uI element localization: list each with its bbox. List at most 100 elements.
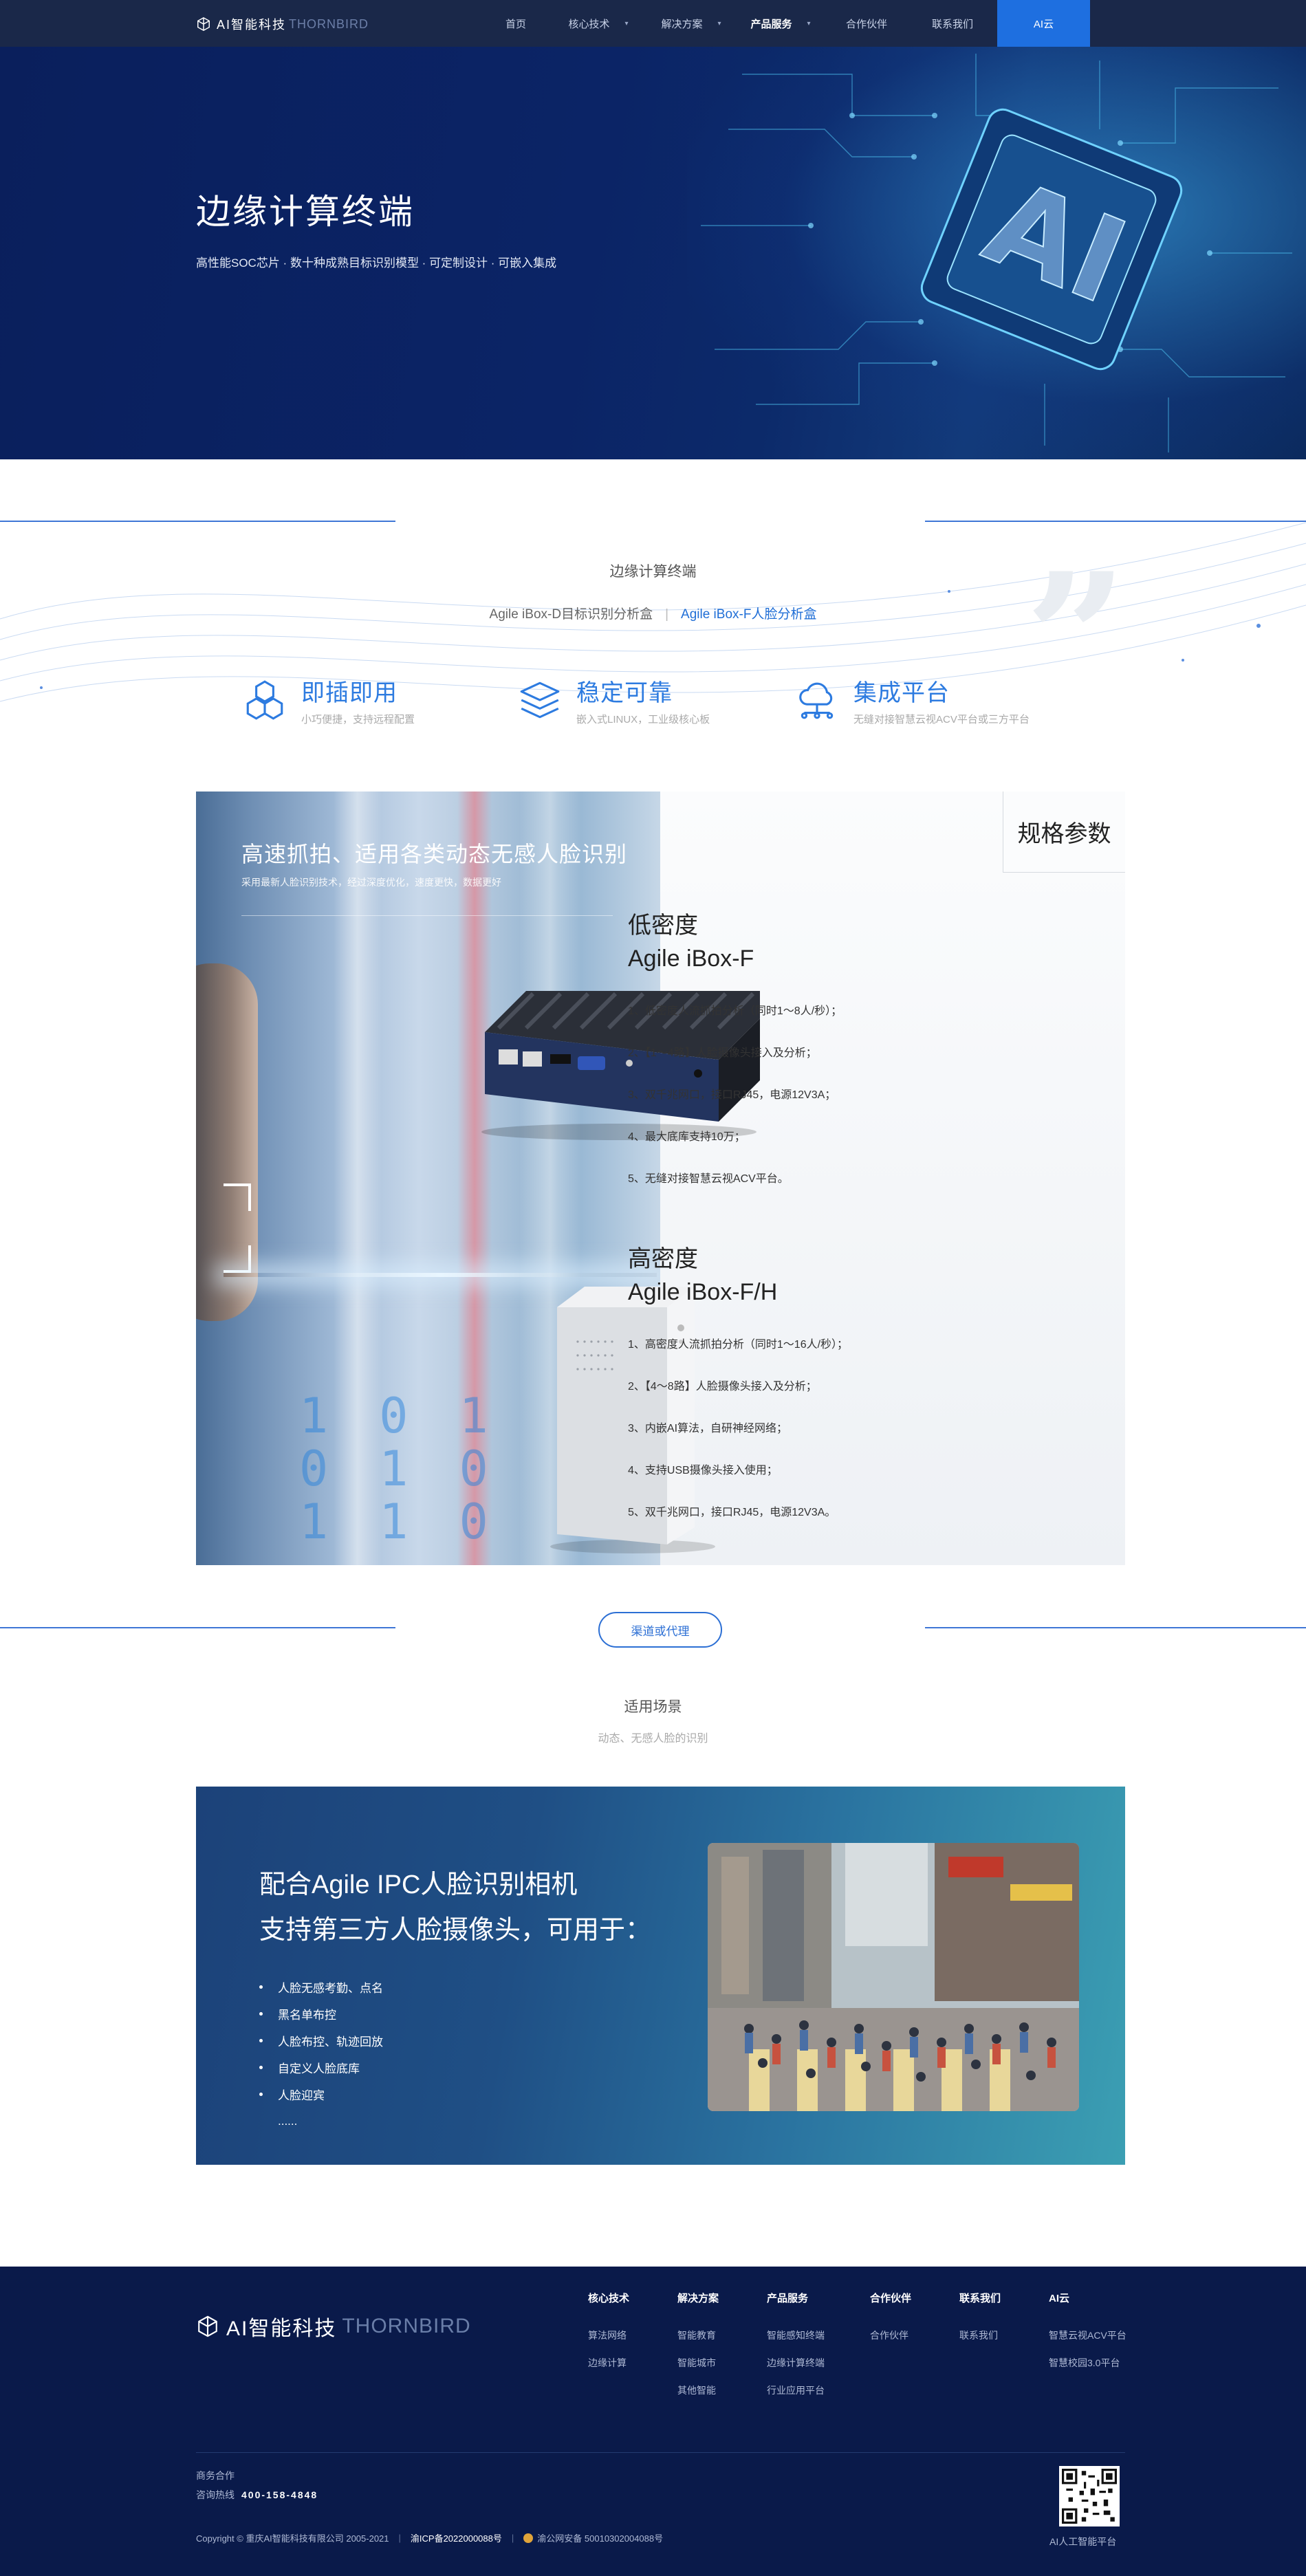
tab-separator: | [665, 607, 669, 622]
footer-col-head[interactable]: 解决方案 [677, 2291, 719, 2305]
section-divider-right [925, 1627, 1306, 1628]
street-crowd-photo [708, 1843, 1079, 2111]
cubes-icon [246, 680, 283, 720]
footer-link[interactable]: 智能感知终端 [767, 2328, 825, 2356]
copyright-text: Copyright © 重庆AI智能科技有限公司 2005-2021 [196, 2533, 389, 2544]
footer-link[interactable]: 边缘计算终端 [767, 2356, 825, 2383]
cube-logo-icon [198, 2315, 217, 2337]
footer-col-products: 产品服务 智能感知终端 边缘计算终端 行业应用平台 [767, 2291, 825, 2411]
scenario-heading-line1: 配合Agile IPC人脸识别相机 [259, 1870, 578, 1899]
feature-title: 稳定可靠 [576, 680, 673, 706]
list-item: 自定义人脸底库 [259, 2054, 383, 2081]
footer-link[interactable]: 智慧校园3.0平台 [1049, 2356, 1127, 2383]
business-label: 商务合作 [196, 2470, 235, 2481]
spec-tab[interactable]: 规格参数 [1003, 792, 1125, 873]
logo-en: THORNBIRD [289, 17, 369, 31]
footer-col-ai-cloud: AI云 智慧云视ACV平台 智慧校园3.0平台 [1049, 2291, 1127, 2383]
nav-ai-cloud[interactable]: AI云 [997, 0, 1090, 47]
qr-caption: AI人工智能平台 [1049, 2536, 1117, 2547]
model-density: 高密度 [628, 1246, 698, 1272]
model-low-density: 低密度 Agile iBox-F [628, 910, 754, 975]
footer-link[interactable]: 边缘计算 [588, 2356, 629, 2383]
divider-bar: | [511, 2533, 514, 2543]
section-divider-left [0, 1627, 395, 1628]
spec-item: 2、【4～8路】人脸摄像头接入及分析； [628, 1381, 817, 1393]
footer-logo[interactable]: AI智能科技 THORNBIRD [196, 2311, 471, 2342]
footer-link[interactable]: 智慧云视ACV平台 [1049, 2328, 1127, 2356]
list-item: ...... [259, 2108, 383, 2135]
nav-partners[interactable]: 合作伙伴 [825, 0, 908, 47]
headline-divider [241, 915, 613, 916]
list-item-text: 黑名单布控 [278, 2009, 336, 2022]
hotline-label: 咨询热线 [196, 2489, 235, 2500]
footer-col-partners: 合作伙伴 合作伙伴 [870, 2291, 911, 2356]
spec-item: 1、低密度人流抓拍分析（同时1～8人/秒）； [628, 1005, 842, 1017]
footer-link[interactable]: 联系我们 [959, 2328, 1001, 2356]
model-high-density: 高密度 Agile iBox-F/H [628, 1243, 777, 1309]
nav-label: AI云 [1033, 18, 1054, 30]
footer-link[interactable]: 算法网络 [588, 2328, 629, 2356]
bullet [259, 2012, 263, 2016]
feature-title: 即插即用 [301, 680, 398, 706]
main-nav: 首页 核心技术 ▾ 解决方案 ▾ 产品服务 ▾ 合作伙伴 联系我们 AI云 [481, 0, 1090, 47]
nav-label: 产品服务 [750, 18, 792, 30]
bullet [259, 2039, 263, 2042]
nav-products[interactable]: 产品服务 ▾ [736, 0, 825, 47]
footer-link[interactable]: 智能教育 [677, 2328, 719, 2356]
list-item-text: 人脸迎宾 [278, 2089, 325, 2102]
police-badge-icon [523, 2533, 534, 2543]
icp-link[interactable]: 渝ICP备2022000088号 [411, 2531, 502, 2544]
site-footer: AI智能科技 THORNBIRD 核心技术 算法网络 边缘计算 解决方案 智能教… [0, 2267, 1306, 2576]
site-logo[interactable]: AI智能科技 THORNBIRD [196, 15, 369, 33]
footer-col-contact: 联系我们 联系我们 [959, 2291, 1001, 2356]
scenario-heading-line2: 支持第三方人脸摄像头，可用于： [259, 1916, 652, 1945]
cube-logo-icon [197, 17, 210, 32]
nav-home[interactable]: 首页 [481, 0, 550, 47]
feature-title: 集成平台 [853, 680, 950, 706]
feature-stable: 稳定可靠 嵌入式LINUX，工业级核心板 [517, 674, 710, 726]
nav-core-tech[interactable]: 核心技术 ▾ [550, 0, 646, 47]
bullet [259, 1985, 263, 1989]
footer-link[interactable]: 合作伙伴 [870, 2328, 911, 2356]
tab-ibox-d[interactable]: Agile iBox-D目标识别分析盒 [490, 607, 653, 622]
binary-digits-decoration: 1 0 10 1 01 1 0 [299, 1388, 499, 1550]
product-subheadline: 采用最新人脸识别技术，经过深度优化，速度更快，数据更好 [241, 877, 501, 888]
nav-label: 首页 [505, 18, 526, 30]
product-tabs: Agile iBox-D目标识别分析盒 | Agile iBox-F人脸分析盒 [0, 604, 1306, 622]
scan-beam [224, 1273, 657, 1277]
hero-title: 边缘计算终端 [196, 193, 415, 231]
hero-banner: AI 边缘计算终端 高性能SOC芯片 · 数十种成熟目标识别模型 · 可定制设计… [0, 47, 1306, 459]
scan-bracket-icon [224, 1183, 251, 1211]
nav-solutions[interactable]: 解决方案 ▾ [646, 0, 736, 47]
spec-item: 3、内嵌AI算法，自研神经网络； [628, 1423, 788, 1434]
footer-col-head[interactable]: AI云 [1049, 2291, 1127, 2305]
feature-desc: 小巧便捷，支持远程配置 [301, 714, 415, 725]
footer-col-head[interactable]: 合作伙伴 [870, 2291, 911, 2305]
qr-code [1059, 2466, 1120, 2526]
channel-agent-button[interactable]: 渠道或代理 [598, 1612, 722, 1648]
footer-col-head[interactable]: 产品服务 [767, 2291, 825, 2305]
hotline-number[interactable]: 400-158-4848 [241, 2489, 318, 2500]
product-headline: 高速抓拍、适用各类动态无感人脸识别 [241, 842, 628, 866]
tab-ibox-f[interactable]: Agile iBox-F人脸分析盒 [681, 607, 816, 622]
spec-item: 5、无缝对接智慧云视ACV平台。 [628, 1173, 789, 1185]
list-item: 黑名单布控 [259, 2000, 383, 2027]
nav-contact[interactable]: 联系我们 [908, 0, 997, 47]
section-title: 边缘计算终端 [609, 564, 697, 580]
list-item-text: 自定义人脸底库 [278, 2062, 360, 2075]
footer-col-head[interactable]: 核心技术 [588, 2291, 629, 2305]
scenario-subtitle: 动态、无感人脸的识别 [598, 1733, 708, 1745]
footer-divider [196, 2452, 1125, 2453]
footer-contact: 商务合作 咨询热线 400-158-4848 [196, 2466, 318, 2504]
list-item: 人脸迎宾 [259, 2081, 383, 2108]
nav-label: 核心技术 [568, 18, 610, 30]
footer-col-head[interactable]: 联系我们 [959, 2291, 1001, 2305]
police-record-link[interactable]: 渝公网安备 50010302004088号 [537, 2531, 663, 2544]
footer-link[interactable]: 行业应用平台 [767, 2383, 825, 2411]
spec-item: 3、双千兆网口，接口RJ45，电源12V3A； [628, 1089, 836, 1101]
footer-link[interactable]: 其他智能 [677, 2383, 719, 2411]
list-item-text: 人脸布控、轨迹回放 [278, 2035, 383, 2049]
footer-link[interactable]: 智能城市 [677, 2356, 719, 2383]
section-divider-left [0, 521, 395, 522]
nav-label: 联系我们 [931, 18, 973, 30]
